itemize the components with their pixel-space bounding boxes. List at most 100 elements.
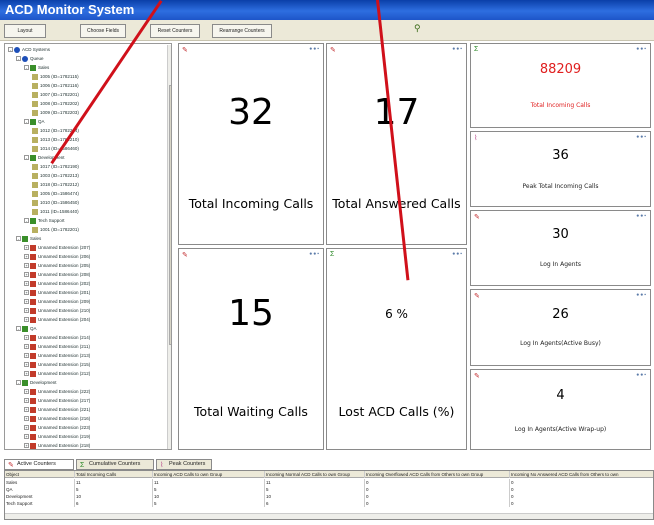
tree-item[interactable]: 1013 (ID=1782210) — [32, 136, 79, 144]
panel-controls-icon[interactable]: ●●▪ — [636, 46, 647, 52]
tree-item[interactable]: - ACD Systems — [8, 46, 50, 54]
panel-log-in-agents[interactable]: ✎ ●●▪ 30 Log In Agents — [470, 210, 651, 286]
expand-icon[interactable]: + — [24, 362, 29, 368]
table-scrollbar[interactable] — [5, 513, 653, 519]
tree-item[interactable]: + Unnamed Extension (210) — [24, 307, 90, 315]
tree-item[interactable]: 1006 (ID=1782116) — [32, 82, 79, 90]
expand-icon[interactable]: + — [24, 263, 29, 269]
collapse-icon[interactable]: - — [16, 326, 21, 332]
tab-cumulative-counters[interactable]: Σ Cumulative Counters — [76, 459, 154, 470]
expand-icon[interactable]: + — [24, 335, 29, 341]
pin-icon[interactable]: ⚲ — [414, 23, 424, 35]
tree-item[interactable]: + Unnamed Extension (222) — [24, 388, 90, 396]
tree-item[interactable]: - Sales — [24, 64, 49, 72]
tree-item[interactable]: 1017 (ID=1782190) — [32, 163, 79, 171]
panel-total-waiting[interactable]: ✎ ●●▪ 15 Total Waiting Calls — [178, 248, 324, 450]
tree-item[interactable]: + Unnamed Extension (212) — [24, 370, 90, 378]
expand-icon[interactable]: + — [24, 416, 29, 422]
table-row[interactable]: Development 10 10 10 0 0 — [5, 493, 653, 500]
column-header[interactable]: Incoming Overflowed ACD Calls from Other… — [365, 471, 510, 478]
tree-item[interactable]: 1008 (ID=1782202) — [32, 100, 79, 108]
tree-item[interactable]: 1005 (ID=1586474) — [32, 190, 79, 198]
tree-item[interactable]: 1001 (ID=1782201) — [32, 226, 79, 234]
pin-icon[interactable]: ✎ — [474, 292, 480, 300]
expand-icon[interactable]: + — [24, 425, 29, 431]
tree-item[interactable]: - QA — [24, 118, 45, 126]
chart-icon[interactable]: Σ — [330, 251, 334, 258]
tree-item[interactable]: - Sales — [16, 235, 41, 243]
tree-scrollbar[interactable] — [167, 45, 171, 449]
expand-icon[interactable]: + — [24, 407, 29, 413]
panel-controls-icon[interactable]: ●●▪ — [309, 251, 320, 257]
pin-icon[interactable]: ✎ — [330, 46, 336, 54]
pin-icon[interactable]: ✎ — [474, 372, 480, 380]
tree-item[interactable]: + Unnamed Extension (215) — [24, 361, 90, 369]
tree-item[interactable]: 1007 (ID=1782201) — [32, 91, 79, 99]
tree-item[interactable]: 1009 (ID=1782203) — [32, 109, 79, 117]
pin-icon[interactable]: ✎ — [182, 251, 188, 259]
tree-item[interactable]: + Unnamed Extension (211) — [24, 343, 90, 351]
tree-item[interactable]: + Unnamed Extension (218) — [24, 442, 90, 449]
panel-total-incoming-cumulative[interactable]: Σ ●●▪ 88209 Total Incoming Calls — [470, 43, 651, 128]
expand-icon[interactable]: + — [24, 254, 29, 260]
tab-active-counters[interactable]: ✎ Active Counters — [4, 459, 74, 470]
column-header[interactable]: Incoming ACD Calls to own Group — [153, 471, 265, 478]
column-header[interactable]: Incoming No Answered ACD Calls from Othe… — [510, 471, 653, 478]
collapse-icon[interactable]: - — [16, 56, 21, 62]
table-row[interactable]: Tech Support 6 5 6 0 0 — [5, 500, 653, 507]
tree-item[interactable]: + Unnamed Extension (208) — [24, 271, 90, 279]
tree-item[interactable]: + Unnamed Extension (223) — [24, 424, 90, 432]
collapse-icon[interactable]: - — [24, 119, 29, 125]
expand-icon[interactable]: + — [24, 299, 29, 305]
expand-icon[interactable]: + — [24, 371, 29, 377]
tree-item[interactable]: + Unnamed Extension (207) — [24, 244, 90, 252]
tree-item[interactable]: - Queue — [16, 55, 44, 63]
pin-icon[interactable]: ✎ — [474, 213, 480, 221]
expand-icon[interactable]: + — [24, 290, 29, 296]
panel-lost-acd[interactable]: Σ ●●▪ 6 % Lost ACD Calls (%) — [326, 248, 467, 450]
chart-icon[interactable]: ⌇ — [474, 134, 477, 142]
pin-icon[interactable]: ✎ — [182, 46, 188, 54]
panel-controls-icon[interactable]: ●●▪ — [636, 213, 647, 219]
expand-icon[interactable]: + — [24, 443, 29, 449]
expand-icon[interactable]: + — [24, 398, 29, 404]
tree-item[interactable]: - QA — [16, 325, 37, 333]
panel-controls-icon[interactable]: ●●▪ — [452, 251, 463, 257]
sum-icon[interactable]: Σ — [474, 46, 478, 53]
column-header[interactable]: Total Incoming Calls — [75, 471, 153, 478]
collapse-icon[interactable]: - — [24, 218, 29, 224]
collapse-icon[interactable]: - — [24, 155, 29, 161]
collapse-icon[interactable]: - — [16, 380, 21, 386]
tree-item[interactable]: + Unnamed Extension (219) — [24, 433, 90, 441]
tree-item[interactable]: + Unnamed Extension (201) — [24, 289, 90, 297]
expand-icon[interactable]: + — [24, 245, 29, 251]
table-row[interactable]: QA 5 5 5 0 0 — [5, 486, 653, 493]
layout-button[interactable]: Layout — [4, 24, 46, 38]
column-header[interactable]: Object — [5, 471, 75, 478]
panel-log-in-agents-busy[interactable]: ✎ ●●▪ 26 Log In Agents(Active Busy) — [470, 289, 651, 366]
tree-item[interactable]: - Development — [16, 379, 57, 387]
tab-peak-counters[interactable]: ⌇ Peak Counters — [156, 459, 212, 470]
expand-icon[interactable]: + — [24, 317, 29, 323]
expand-icon[interactable]: + — [24, 344, 29, 350]
tree-scroll-thumb[interactable] — [169, 85, 171, 345]
tree-item[interactable]: + Unnamed Extension (206) — [24, 253, 90, 261]
tree-item[interactable]: + Unnamed Extension (213) — [24, 352, 90, 360]
tree-item[interactable]: 1018 (ID=1782212) — [32, 181, 79, 189]
collapse-icon[interactable]: - — [16, 236, 21, 242]
tree-item[interactable]: 1003 (ID=1782213) — [32, 172, 79, 180]
panel-total-answered[interactable]: ✎ ●●▪ 17 Total Answered Calls — [326, 43, 467, 245]
panel-peak-total-incoming[interactable]: ⌇ ●●▪ 36 Peak Total Incoming Calls — [470, 131, 651, 207]
expand-icon[interactable]: + — [24, 389, 29, 395]
rearrange-counters-button[interactable]: Rearrange Counters — [212, 24, 272, 38]
collapse-icon[interactable]: - — [8, 47, 13, 53]
tree-item[interactable]: + Unnamed Extension (217) — [24, 397, 90, 405]
acd-tree[interactable]: - ACD Systems - Queue - Sales 1005 (ID=1782115… — [4, 43, 172, 450]
tree-item[interactable]: 1005 (ID=1782115) — [32, 73, 79, 81]
reset-counters-button[interactable]: Reset Counters — [150, 24, 200, 38]
expand-icon[interactable]: + — [24, 353, 29, 359]
tree-item[interactable]: + Unnamed Extension (204) — [24, 316, 90, 324]
panel-controls-icon[interactable]: ●●▪ — [636, 372, 647, 378]
panel-controls-icon[interactable]: ●●▪ — [452, 46, 463, 52]
panel-total-incoming[interactable]: ✎ ●●▪ 32 Total Incoming Calls — [178, 43, 324, 245]
